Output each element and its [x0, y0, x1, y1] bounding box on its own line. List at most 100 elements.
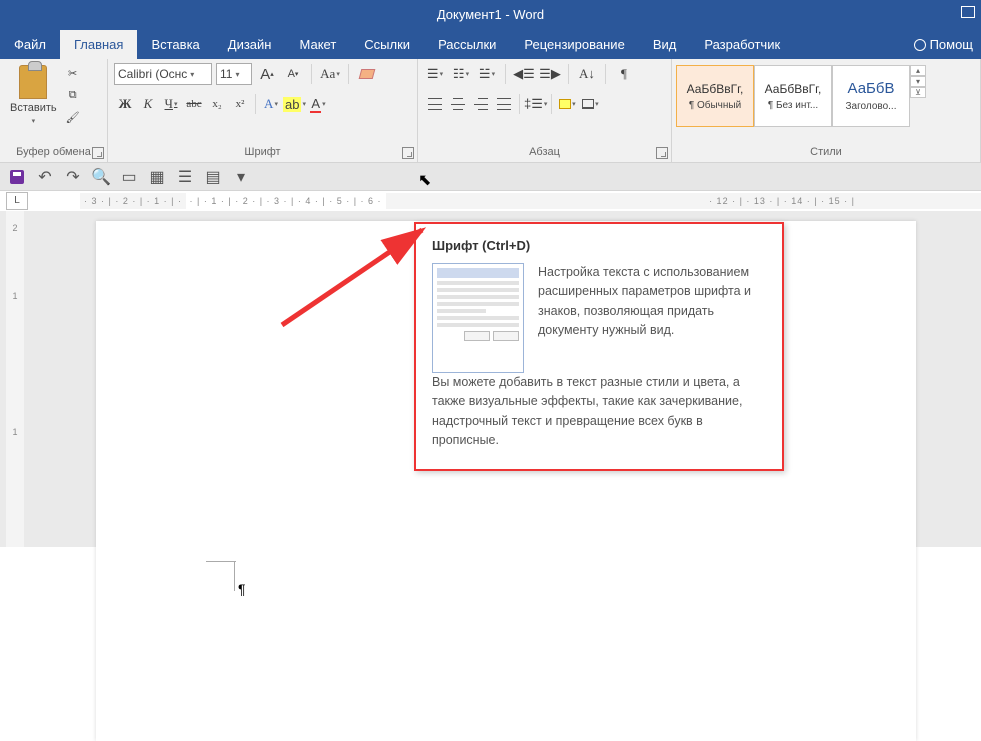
tooltip-title: Шрифт (Ctrl+D): [432, 238, 766, 253]
scissors-icon: ✂: [68, 67, 77, 80]
font-group-label: Шрифт: [108, 142, 417, 162]
qat-props-button[interactable]: ▤: [202, 166, 224, 188]
numbering-button[interactable]: ☷: [450, 63, 472, 85]
group-clipboard: Вставить ▾ ✂ ⧉ 🖌 Буфер обмена: [0, 59, 108, 162]
tab-insert[interactable]: Вставка: [137, 30, 213, 59]
title-bar: Документ1 - Word: [0, 0, 981, 30]
align-left-button[interactable]: [424, 93, 446, 115]
ruler-row: L · 3 · | · 2 · | · 1 · | · · | · 1 · | …: [0, 191, 981, 211]
paste-label: Вставить: [10, 102, 57, 114]
shading-button[interactable]: [556, 93, 578, 115]
copy-icon: ⧉: [69, 89, 77, 102]
highlight-button[interactable]: ab: [283, 93, 306, 115]
style-heading1[interactable]: АаБбВ Заголово...: [832, 65, 910, 127]
maximize-icon[interactable]: [961, 6, 975, 18]
font-dialog-tooltip: Шрифт (Ctrl+D) Настройка текста с исполь…: [414, 222, 784, 471]
multilevel-button[interactable]: ☱: [476, 63, 498, 85]
cut-button[interactable]: ✂: [63, 63, 83, 83]
tab-mailings[interactable]: Рассылки: [424, 30, 510, 59]
clipboard-group-label: Буфер обмена: [0, 142, 107, 162]
tooltip-text-1: Настройка текста с использованием расшир…: [538, 263, 766, 341]
save-button[interactable]: [6, 166, 28, 188]
qat-zoom-button[interactable]: 🔍: [90, 166, 112, 188]
redo-button[interactable]: ↷: [62, 166, 84, 188]
magnifier-icon: 🔍: [91, 167, 111, 187]
paragraph-launcher[interactable]: [656, 147, 668, 159]
border-icon: [582, 99, 594, 109]
font-size-combo[interactable]: 11▾: [216, 63, 252, 85]
style-no-spacing[interactable]: АаБбВвГг, ¶ Без инт...: [754, 65, 832, 127]
text-effects-button[interactable]: A: [260, 93, 282, 115]
cursor-guide-v: [234, 561, 235, 591]
italic-button[interactable]: К: [137, 93, 159, 115]
undo-button[interactable]: ↶: [34, 166, 56, 188]
horizontal-ruler[interactable]: · 3 · | · 2 · | · 1 · | · · | · 1 · | · …: [80, 193, 981, 209]
increase-indent-button[interactable]: ☰▶: [539, 63, 561, 85]
tab-selector[interactable]: L: [6, 192, 28, 210]
window-title: Документ1 - Word: [437, 7, 544, 22]
paste-button[interactable]: Вставить ▾: [6, 63, 61, 127]
styles-scroll: ▴ ▾ ⊻: [910, 65, 926, 98]
superscript-button[interactable]: x²: [229, 93, 251, 115]
qat-para-button[interactable]: ☰: [174, 166, 196, 188]
line-spacing-button[interactable]: ‡☰: [524, 93, 547, 115]
tab-design[interactable]: Дизайн: [214, 30, 286, 59]
align-center-button[interactable]: [447, 93, 469, 115]
grid-icon: ▦: [149, 167, 164, 187]
format-painter-button[interactable]: 🖌: [63, 107, 83, 127]
style-normal[interactable]: АаБбВвГг, ¶ Обычный: [676, 65, 754, 127]
shrink-font-button[interactable]: A▾: [282, 63, 304, 85]
ribbon-tabs: Файл Главная Вставка Дизайн Макет Ссылки…: [0, 30, 981, 59]
font-launcher[interactable]: [402, 147, 414, 159]
font-name-combo[interactable]: Calibri (Оснс▾: [114, 63, 212, 85]
tab-home[interactable]: Главная: [60, 30, 137, 59]
tell-me[interactable]: Помощ: [914, 37, 981, 52]
clipboard-launcher[interactable]: [92, 147, 104, 159]
qat-grid-button[interactable]: ▦: [146, 166, 168, 188]
numbering-icon: ☷: [453, 66, 465, 82]
ribbon: Вставить ▾ ✂ ⧉ 🖌 Буфер обмена Calibri (О…: [0, 59, 981, 163]
cursor-guide-h: [206, 561, 236, 562]
strike-button[interactable]: abc: [183, 93, 205, 115]
font-color-button[interactable]: A: [307, 93, 329, 115]
bulb-icon: [914, 39, 926, 51]
styles-more-button[interactable]: ⊻: [910, 87, 926, 98]
tab-developer[interactable]: Разработчик: [690, 30, 794, 59]
tab-review[interactable]: Рецензирование: [510, 30, 638, 59]
outdent-icon: ◀☰: [513, 66, 535, 82]
show-marks-button[interactable]: ¶: [613, 63, 635, 85]
underline-button[interactable]: Ч: [160, 93, 182, 115]
align-left-icon: [428, 98, 442, 110]
undo-icon: ↶: [38, 167, 51, 187]
subscript-button[interactable]: x₂: [206, 93, 228, 115]
align-center-icon: [451, 98, 465, 110]
bold-button[interactable]: Ж: [114, 93, 136, 115]
styles-up-button[interactable]: ▴: [910, 65, 926, 76]
change-case-button[interactable]: Aa: [319, 63, 341, 85]
props-icon: ▤: [205, 167, 220, 187]
font-color-icon: A: [310, 96, 321, 113]
copy-button[interactable]: ⧉: [63, 85, 83, 105]
save-icon: [10, 170, 24, 184]
clear-format-button[interactable]: [356, 63, 378, 85]
help-label: Помощ: [930, 37, 973, 52]
group-font: Calibri (Оснс▾ 11▾ A▴ A▾ Aa Ж К Ч abc x₂…: [108, 59, 418, 162]
justify-button[interactable]: [493, 93, 515, 115]
redo-icon: ↷: [66, 167, 79, 187]
qat-page-button[interactable]: ▭: [118, 166, 140, 188]
sort-button[interactable]: А↓: [576, 63, 598, 85]
tab-layout[interactable]: Макет: [285, 30, 350, 59]
align-right-button[interactable]: [470, 93, 492, 115]
qat-more-button[interactable]: ▾: [230, 166, 252, 188]
styles-down-button[interactable]: ▾: [910, 76, 926, 87]
tab-file[interactable]: Файл: [0, 30, 60, 59]
bullets-button[interactable]: ☰: [424, 63, 446, 85]
align-right-icon: [474, 98, 488, 110]
vertical-ruler[interactable]: 2 1 1: [6, 211, 24, 547]
borders-button[interactable]: [579, 93, 601, 115]
tab-references[interactable]: Ссылки: [350, 30, 424, 59]
decrease-indent-button[interactable]: ◀☰: [513, 63, 535, 85]
justify-icon: [497, 98, 511, 110]
grow-font-button[interactable]: A▴: [256, 63, 278, 85]
tab-view[interactable]: Вид: [639, 30, 691, 59]
